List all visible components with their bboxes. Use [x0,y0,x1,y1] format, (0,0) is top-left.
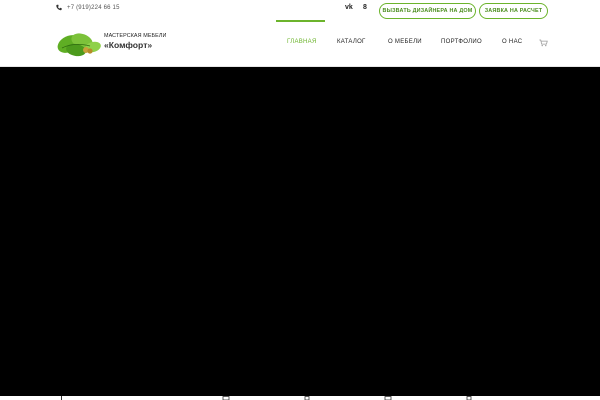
main-nav: ГЛАВНАЯ КАТАЛОГ О МЕБЕЛИ ПОРТФОЛИО О НАС [0,20,600,67]
vk-icon[interactable]: vk [345,4,353,11]
nav-item-portfolio[interactable]: ПОРТФОЛИО [441,39,482,45]
nav-item-home[interactable]: ГЛАВНАЯ [287,39,317,45]
phone-contact[interactable]: +7 (919)224 66 15 [56,4,120,11]
feature-icon [384,396,392,400]
hero-banner [0,67,600,400]
odnoklassniki-icon[interactable]: 8 [363,4,367,11]
cart-icon[interactable] [539,39,548,47]
top-bar: +7 (919)224 66 15 vk 8 ВЫЗВАТЬ ДИЗАЙНЕРА… [0,0,600,20]
request-estimate-button[interactable]: ЗАЯВКА НА РАСЧЕТ [479,3,548,19]
nav-item-about-us[interactable]: О НАС [502,39,522,45]
section-strip [0,396,600,400]
phone-number: +7 (919)224 66 15 [67,4,120,11]
nav-active-indicator [276,20,325,22]
feature-icon [222,396,230,400]
feature-icon [304,396,310,400]
call-designer-button[interactable]: ВЫЗВАТЬ ДИЗАЙНЕРА НА ДОМ [379,3,476,19]
nav-item-about-furniture[interactable]: О МЕБЕЛИ [388,39,422,45]
main-header: МАСТЕРСКАЯ МЕБЕЛИ «Комфорт» ГЛАВНАЯ КАТА… [0,20,600,67]
phone-icon [56,4,62,11]
feature-icon [61,396,62,400]
nav-item-catalog[interactable]: КАТАЛОГ [337,39,366,45]
feature-icon [466,396,472,400]
